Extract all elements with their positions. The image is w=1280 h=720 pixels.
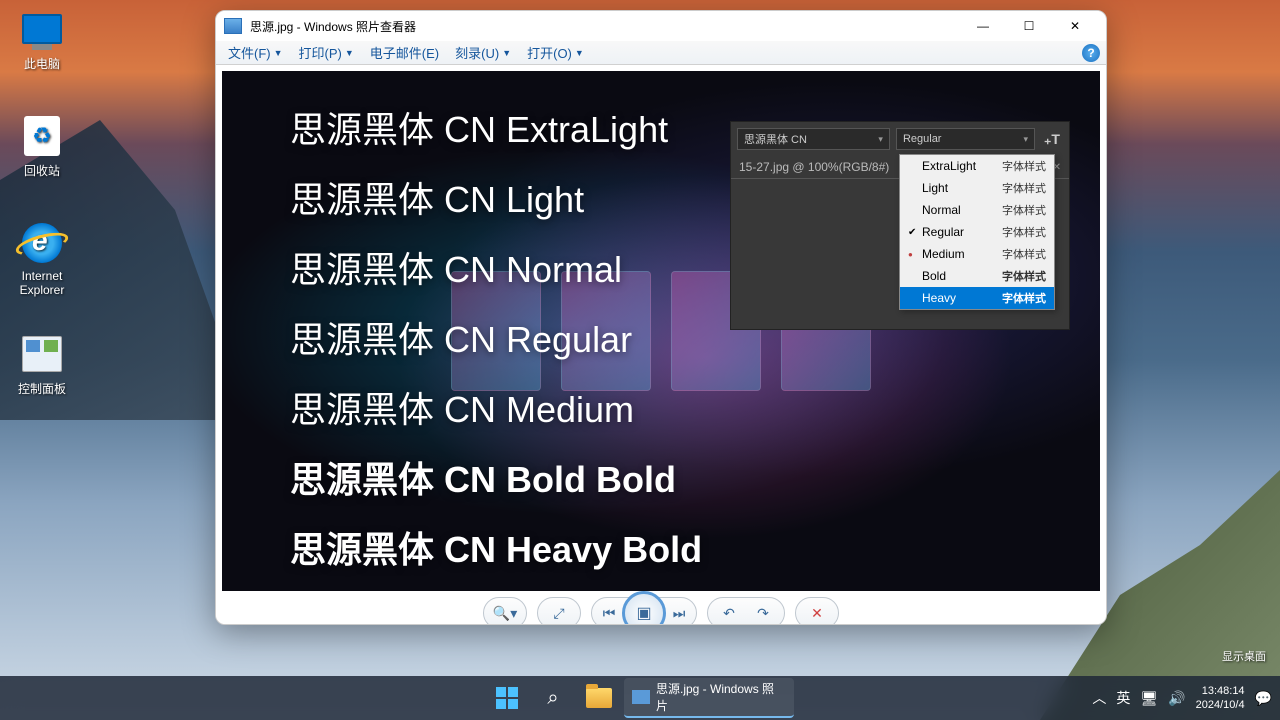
maximize-button[interactable]: ☐ (1006, 11, 1052, 41)
clock-time: 13:48:14 (1196, 684, 1245, 698)
zoom-button[interactable]: 🔍▾ (488, 599, 522, 625)
dd-medium: ●Medium字体样式 (900, 243, 1054, 265)
font-weight-dropdown: ExtraLight字体样式 Light字体样式 Normal字体样式 ✔Reg… (899, 154, 1055, 310)
monitor-icon (22, 14, 62, 44)
desktop-icon-this-pc[interactable]: 此电脑 (4, 5, 80, 72)
icon-label: 控制面板 (4, 380, 80, 397)
tray-chevron-icon[interactable]: ︿ (1092, 688, 1106, 708)
taskbar-clock[interactable]: 13:48:14 2024/10/4 (1196, 684, 1245, 713)
control-panel-icon (22, 336, 62, 372)
dd-heavy: Heavy字体样式 (900, 287, 1054, 309)
chevron-down-icon: ▼ (502, 48, 511, 58)
specimen-extralight: 思源黑体 CN ExtraLight (290, 101, 702, 153)
next-button[interactable]: ⏭ (662, 599, 696, 625)
task-thumb-icon (632, 690, 650, 704)
desktop-icon-ie[interactable]: Internet Explorer (4, 219, 80, 297)
taskbar: ⌕ 思源.jpg - Windows 照片 ︿ 英 🖥 🔊 13:48:14 2… (0, 676, 1280, 720)
rotate-cw-button[interactable]: ↷ (746, 599, 780, 625)
menu-print[interactable]: 打印(P)▼ (293, 41, 360, 64)
specimen-medium: 思源黑体 CN Medium (290, 381, 702, 433)
dd-regular: ✔Regular字体样式 (900, 221, 1054, 243)
dd-bold: Bold字体样式 (900, 265, 1054, 287)
rotate-ccw-button[interactable]: ↶ (712, 599, 746, 625)
chevron-down-icon: ▼ (345, 48, 354, 58)
desktop-icon-control-panel[interactable]: 控制面板 (4, 330, 80, 397)
icon-label: Internet Explorer (4, 269, 80, 297)
notification-icon[interactable]: 💬 (1255, 690, 1272, 707)
font-panel: 思源黑体 CN▾ Regular▾ ₊T 15-27.jpg @ 100%(RG… (730, 121, 1070, 330)
menu-burn[interactable]: 刻录(U)▼ (449, 41, 517, 64)
taskbar-task-photo-viewer[interactable]: 思源.jpg - Windows 照片 (624, 678, 794, 718)
windows-logo-icon (496, 687, 518, 709)
icon-label: 回收站 (4, 162, 80, 179)
search-icon: ⌕ (547, 687, 558, 710)
window-title: 思源.jpg - Windows 照片查看器 (250, 18, 416, 35)
titlebar[interactable]: 思源.jpg - Windows 照片查看器 — ☐ ✕ (216, 11, 1106, 41)
icon-label: 此电脑 (4, 55, 80, 72)
ime-indicator[interactable]: 英 (1116, 688, 1130, 708)
file-explorer-button[interactable] (578, 678, 620, 718)
font-style-combo: Regular▾ (896, 128, 1035, 150)
start-button[interactable] (486, 678, 528, 718)
app-icon (224, 18, 242, 34)
menu-open[interactable]: 打开(O)▼ (521, 41, 590, 64)
dd-extralight: ExtraLight字体样式 (900, 155, 1054, 177)
chevron-down-icon: ▼ (274, 48, 283, 58)
close-button[interactable]: ✕ (1052, 11, 1098, 41)
displayed-image: 思源黑体 CN ExtraLight 思源黑体 CN Light 思源黑体 CN… (222, 71, 1100, 591)
fit-button[interactable]: ⤢ (542, 599, 576, 625)
recycle-icon: ♻ (24, 116, 60, 156)
specimen-heavy: 思源黑体 CN Heavy Bold (290, 521, 702, 573)
chevron-down-icon: ▾ (878, 134, 883, 145)
photo-viewer-window: 思源.jpg - Windows 照片查看器 — ☐ ✕ 文件(F)▼ 打印(P… (215, 10, 1107, 625)
network-icon[interactable]: 🖥 (1140, 690, 1158, 707)
task-label: 思源.jpg - Windows 照片 (656, 680, 786, 714)
show-desktop-label[interactable]: 显示桌面 (1216, 646, 1272, 666)
specimen-normal: 思源黑体 CN Normal (290, 241, 702, 293)
specimen-regular: 思源黑体 CN Regular (290, 311, 702, 363)
minimize-button[interactable]: — (960, 11, 1006, 41)
menu-file[interactable]: 文件(F)▼ (222, 41, 289, 64)
chevron-down-icon: ▼ (575, 48, 584, 58)
font-specimen-list: 思源黑体 CN ExtraLight 思源黑体 CN Light 思源黑体 CN… (222, 71, 702, 591)
folder-icon (586, 688, 612, 708)
search-button[interactable]: ⌕ (532, 678, 574, 718)
volume-icon[interactable]: 🔊 (1168, 690, 1185, 707)
menu-email[interactable]: 电子邮件(E) (364, 41, 445, 64)
photo-viewer-toolbar: 🔍▾ ⤢ ⏮ ▣ ⏭ ↶ ↷ ✕ (216, 597, 1106, 625)
dd-light: Light字体样式 (900, 177, 1054, 199)
text-tool-icon: ₊T (1041, 128, 1063, 150)
specimen-bold: 思源黑体 CN Bold Bold (290, 451, 702, 503)
chevron-down-icon: ▾ (1023, 134, 1028, 145)
font-family-combo: 思源黑体 CN▾ (737, 128, 890, 150)
help-button[interactable]: ? (1082, 44, 1100, 62)
image-viewport: 思源黑体 CN ExtraLight 思源黑体 CN Light 思源黑体 CN… (216, 65, 1106, 597)
desktop-icon-recycle-bin[interactable]: ♻ 回收站 (4, 112, 80, 179)
specimen-light: 思源黑体 CN Light (290, 171, 702, 223)
clock-date: 2024/10/4 (1196, 698, 1245, 712)
menubar: 文件(F)▼ 打印(P)▼ 电子邮件(E) 刻录(U)▼ 打开(O)▼ ? (216, 41, 1106, 65)
slideshow-button[interactable]: ▣ (622, 591, 666, 625)
delete-button[interactable]: ✕ (800, 599, 834, 625)
dd-normal: Normal字体样式 (900, 199, 1054, 221)
prev-button[interactable]: ⏮ (592, 599, 626, 625)
ie-icon (22, 223, 62, 263)
